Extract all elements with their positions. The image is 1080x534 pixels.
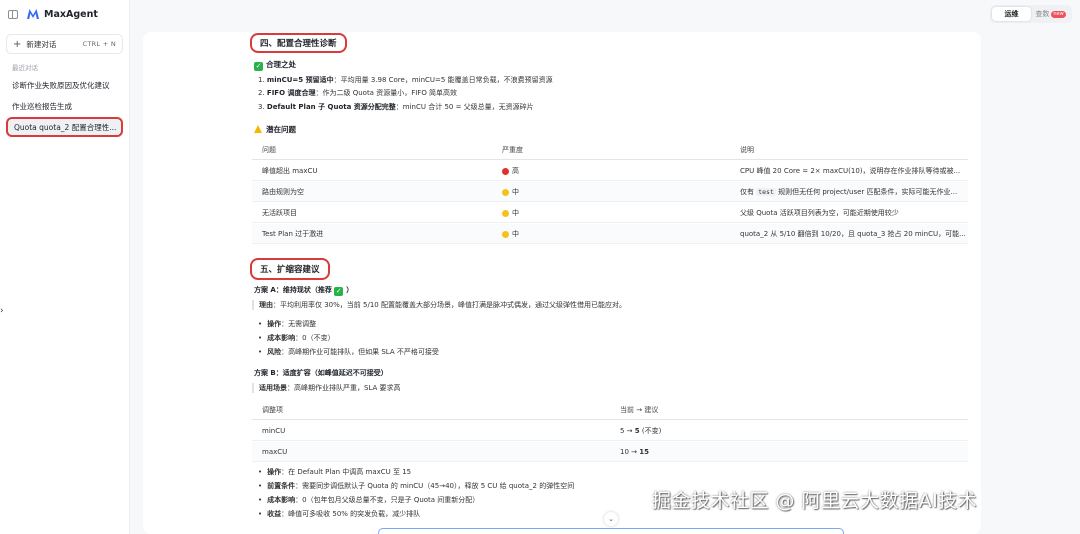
maxagent-logo-icon (27, 9, 39, 19)
desc-cell: CPU 峰值 20 Core = 2× maxCU(10)，说明存在作业排队等待… (740, 167, 961, 175)
chat-input[interactable] (378, 528, 844, 534)
desc-cell: quota_2 从 5/10 翻倍到 10/20，且 quota_3 抢占 20… (740, 230, 966, 238)
sidebar-toggle-icon[interactable] (8, 9, 18, 19)
problem-cell: 峰值超出 maxCU (262, 167, 318, 175)
table-row: 峰值超出 maxCU 高 CPU 峰值 20 Core = 2× maxCU(1… (252, 161, 968, 181)
sidebar: MaxAgent + 新建对话 CTRL + N 最近对话 诊断作业失败原因及优… (0, 0, 130, 534)
plan-b-bullet: 操作：在 Default Plan 中调高 maxCU 至 15 (258, 467, 411, 477)
plan-a-bullet: 操作：无需调整 (258, 319, 316, 329)
severity-dot-icon (502, 167, 509, 175)
warning-icon (254, 125, 262, 133)
problem-cell: Test Plan 过于激进 (262, 230, 324, 238)
plus-icon: + (13, 38, 22, 50)
new-chat-shortcut: CTRL + N (82, 40, 116, 48)
history-item-active[interactable]: Quota quota_2 配置合理性... (6, 117, 123, 137)
new-chat-button[interactable]: + 新建对话 CTRL + N (6, 34, 123, 54)
ok-item: 2. FIFO 调度合理：作为二级 Quota 资源量小，FIFO 简单高效 (258, 89, 458, 97)
mode-toggle: 运维 查数 new (990, 5, 1072, 23)
severity-dot-icon (502, 188, 509, 196)
ok-item: 1. minCU=5 预留适中：平均用量 3.98 Core，minCU=5 能… (258, 76, 553, 84)
col-header: 问题 (262, 146, 276, 154)
plan-a-reason: 理由：平均利用率仅 30%，当前 5/10 配置能覆盖大部分场景，峰值打满是脉冲… (252, 300, 626, 310)
plan-b-bullet: 前置条件：需要同步调低默认子 Quota 的 minCU（45→40），释放 5… (258, 481, 574, 491)
value-cell: 5 → 5 (不变) (620, 427, 662, 435)
plan-a-bullet: 风险：高峰期作业可能排队，但如果 SLA 不严格可接受 (258, 347, 439, 357)
item-cell: maxCU (262, 448, 288, 456)
new-chat-label: 新建对话 (26, 39, 57, 49)
severity-cell: 中 (502, 224, 519, 244)
history-item[interactable]: 作业巡检报告生成 (6, 96, 123, 116)
severity-cell: 高 (502, 161, 519, 181)
col-header: 严重度 (502, 146, 523, 154)
col-header: 当前 → 建议 (620, 406, 659, 414)
plan-b-bullet: 成本影响：0（包年包月父级总量不变，只是子 Quota 间重新分配） (258, 495, 479, 505)
chat-panel: 四、配置合理性诊断 ✓ 合理之处 1. minCU=5 预留适中：平均用量 3.9… (143, 32, 981, 534)
scroll-down-button[interactable]: ⌄ (604, 512, 618, 526)
issue-heading: 潜在问题 (254, 124, 296, 135)
recent-label: 最近对话 (12, 64, 38, 72)
table-row: minCU 5 → 5 (不变) (252, 421, 968, 441)
chevron-right-icon[interactable]: › (0, 306, 4, 316)
watermark: 掘金技术社区 @ 阿里云大数据AI技术 (652, 490, 978, 512)
history-item[interactable]: 诊断作业失败原因及优化建议 (6, 75, 123, 95)
plan-a-heading: 方案 A：维持现状（推荐 ✓） (254, 286, 354, 296)
desc-cell: 父级 Quota 活跃项目列表为空，可能近期使用较少 (740, 209, 899, 217)
severity-dot-icon (502, 230, 509, 238)
col-header: 说明 (740, 146, 754, 154)
table-header: 问题 严重度 说明 (252, 140, 968, 160)
tab-ops[interactable]: 运维 (992, 7, 1031, 21)
ok-heading: ✓ 合理之处 (254, 60, 296, 71)
table-row: maxCU 10 → 15 (252, 442, 968, 462)
plan-b-bullet: 收益：峰值可多吸收 50% 的突发负载，减少排队 (258, 509, 420, 519)
tab-query[interactable]: 查数 new (1031, 7, 1070, 21)
table-header: 调整项 当前 → 建议 (252, 400, 968, 420)
check-icon: ✓ (334, 287, 344, 296)
problem-cell: 路由规则为空 (262, 188, 304, 196)
value-cell: 10 → 15 (620, 448, 649, 456)
severity-cell: 中 (502, 182, 519, 202)
plan-b-heading: 方案 B：适度扩容（如峰值延迟不可接受） (254, 369, 388, 377)
col-header: 调整项 (262, 406, 283, 414)
chevron-down-icon: ⌄ (608, 515, 614, 523)
table-row: Test Plan 过于激进 中 quota_2 从 5/10 翻倍到 10/2… (252, 224, 968, 244)
plan-a-bullet: 成本影响：0（不变） (258, 333, 334, 343)
problem-cell: 无活跃项目 (262, 209, 297, 217)
table-row: 路由规则为空 中 仅有 test 规则但无任何 project/user 匹配条… (252, 182, 968, 202)
new-badge: new (1051, 10, 1066, 18)
brand-bar: MaxAgent (0, 0, 129, 28)
section-title: 四、配置合理性诊断 (250, 33, 347, 53)
item-cell: minCU (262, 427, 286, 435)
plan-b-scene: 适用场景：高峰期作业排队严重，SLA 要求高 (252, 383, 401, 393)
section-title: 五、扩缩容建议 (250, 258, 330, 280)
table-row: 无活跃项目 中 父级 Quota 活跃项目列表为空，可能近期使用较少 (252, 203, 968, 223)
desc-cell: 仅有 test 规则但无任何 project/user 匹配条件，实际可能无作业… (740, 188, 958, 196)
severity-cell: 中 (502, 203, 519, 223)
severity-dot-icon (502, 209, 509, 217)
app-name: MaxAgent (44, 8, 98, 20)
ok-item: 3. Default Plan 子 Quota 资源分配完整：minCU 合计 … (258, 103, 534, 111)
check-icon: ✓ (254, 62, 263, 71)
